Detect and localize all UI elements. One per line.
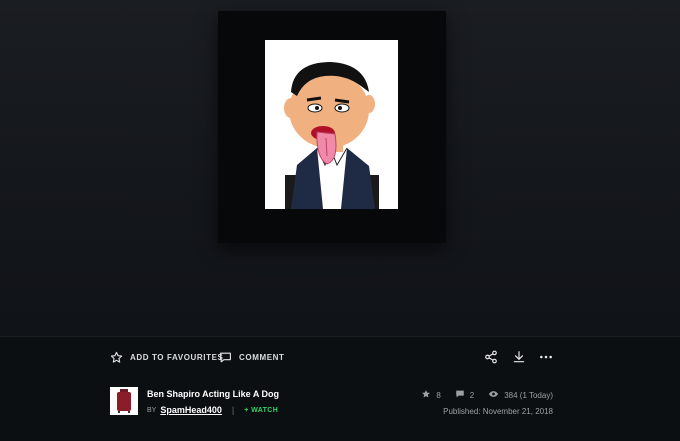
artwork-stage (0, 0, 680, 336)
comment-label: COMMENT (239, 353, 285, 362)
eye-icon (488, 389, 499, 401)
author-avatar[interactable] (110, 387, 138, 415)
views-stat: 384 (1 Today) (488, 389, 553, 401)
action-bar: ADD TO FAVOURITES COMMENT Ben Shapiro Ac… (0, 336, 680, 441)
comments-stat: 2 (455, 389, 474, 401)
add-to-favourites-button[interactable]: ADD TO FAVOURITES (110, 351, 223, 364)
download-icon[interactable] (512, 350, 526, 369)
artwork-image[interactable] (265, 40, 398, 209)
published-date: Published: November 21, 2018 (443, 407, 553, 416)
stats: 8 2 384 (1 Today) (421, 389, 553, 401)
author-link[interactable]: SpamHead400 (160, 405, 222, 415)
comments-count: 2 (469, 390, 475, 400)
favourites-count: 8 (436, 390, 441, 400)
comment-bubble-icon (455, 389, 465, 401)
byline: BY SpamHead400 | + WATCH (147, 405, 278, 415)
comment-button[interactable]: COMMENT (219, 351, 285, 364)
star-outline-icon (110, 351, 123, 364)
star-icon (421, 389, 431, 401)
more-icon[interactable] (539, 350, 553, 369)
by-label: BY (147, 406, 157, 414)
comment-icon (219, 351, 232, 364)
artwork-frame (218, 11, 446, 243)
byline-separator: | (231, 405, 235, 415)
share-icon[interactable] (484, 350, 498, 369)
add-to-favourites-label: ADD TO FAVOURITES (130, 353, 224, 362)
artwork-title: Ben Shapiro Acting Like A Dog (147, 389, 280, 399)
watch-button[interactable]: + WATCH (244, 407, 278, 414)
views-count: 384 (1 Today) (504, 390, 553, 400)
favourites-stat: 8 (421, 389, 441, 401)
